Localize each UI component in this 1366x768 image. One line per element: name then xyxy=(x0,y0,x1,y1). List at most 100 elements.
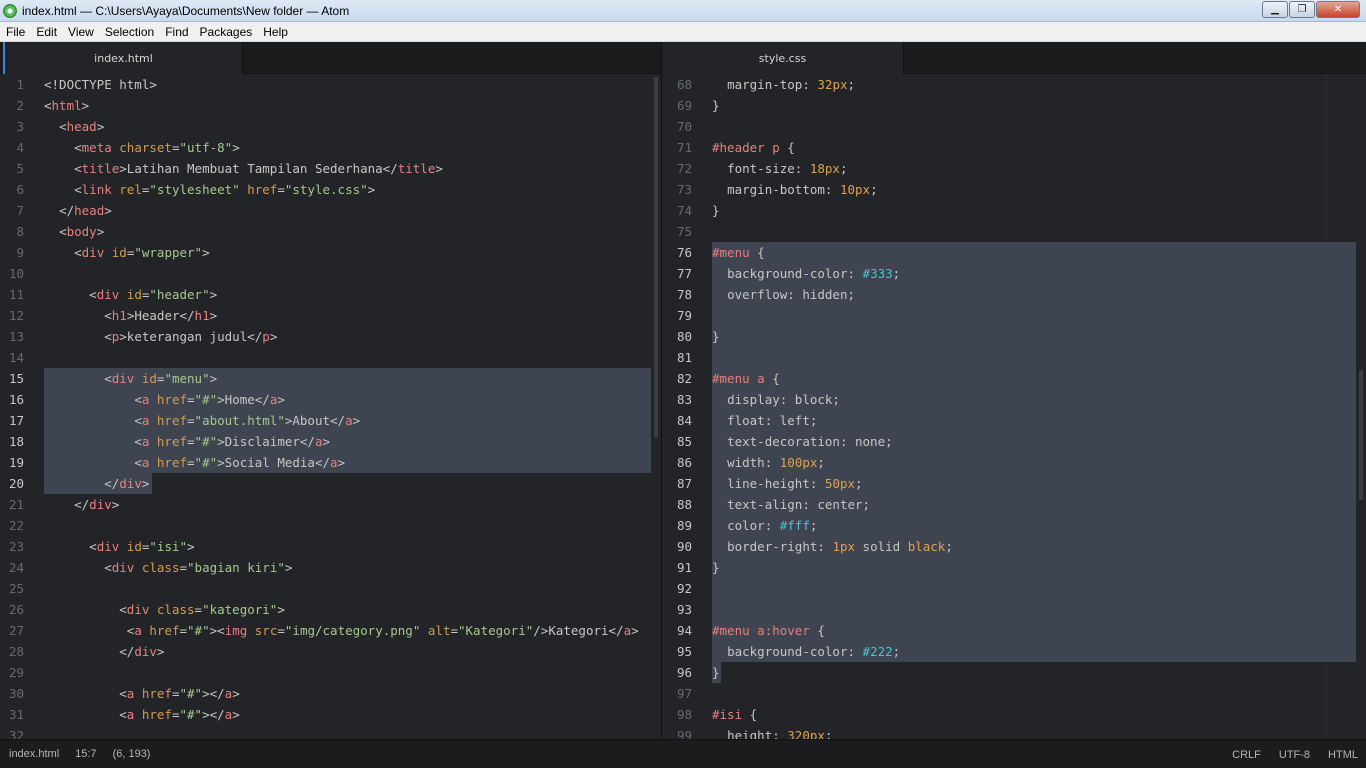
code-line[interactable]: 31 <a href="#"></a> xyxy=(0,704,661,725)
tab-index-html[interactable]: index.html xyxy=(3,42,243,74)
code-line[interactable]: 25 xyxy=(0,578,661,599)
code-line[interactable]: 30 <a href="#"></a> xyxy=(0,683,661,704)
code-line[interactable]: 69} xyxy=(662,95,1366,116)
line-number: 27 xyxy=(8,623,24,638)
code-line[interactable]: 5 <title>Latihan Membuat Tampilan Sederh… xyxy=(0,158,661,179)
code-line[interactable]: 1 <!DOCTYPE html> xyxy=(0,74,661,95)
code-line[interactable]: 87 line-height: 50px; xyxy=(662,473,1366,494)
code-line[interactable]: 11 <div id="header"> xyxy=(0,284,661,305)
status-line-ending[interactable]: CRLF xyxy=(1232,749,1261,761)
code-editor-left[interactable]: 1 <!DOCTYPE html> 2 <html> 3 <head> 4 <meta c… xyxy=(0,74,661,739)
vertical-scrollbar-left[interactable] xyxy=(654,77,658,437)
code-line[interactable]: 9 <div id="wrapper"> xyxy=(0,242,661,263)
menu-packages[interactable]: Packages xyxy=(194,25,258,39)
code-line[interactable]: 93 xyxy=(662,599,1366,620)
code-text: #isi { xyxy=(712,707,758,722)
code-line[interactable]: 10 xyxy=(0,263,661,284)
code-line[interactable]: 28 </div> xyxy=(0,641,661,662)
code-line[interactable]: 99 height: 320px; xyxy=(662,725,1366,739)
code-line[interactable]: 71 #header p { xyxy=(662,137,1366,158)
code-line[interactable]: 97 xyxy=(662,683,1366,704)
code-line[interactable]: 70 xyxy=(662,116,1366,137)
status-cursor-position[interactable]: 15:7 xyxy=(75,748,96,760)
code-line[interactable]: 96} xyxy=(662,662,1366,683)
code-line[interactable]: 21 </div> xyxy=(0,494,661,515)
code-line[interactable]: 81 xyxy=(662,347,1366,368)
code-line[interactable]: 74} xyxy=(662,200,1366,221)
menu-view[interactable]: View xyxy=(62,25,99,39)
code-text: margin-top: 32px; xyxy=(727,77,856,92)
code-line[interactable]: 13 <p>keterangan judul</p> xyxy=(0,326,661,347)
maximize-button[interactable]: ❐ xyxy=(1289,1,1315,18)
code-text: font-size: 18px; xyxy=(727,161,848,176)
code-editor-right[interactable]: 68 margin-top: 32px; 69} 70 71 #header p {72… xyxy=(662,74,1366,739)
code-line[interactable]: 6 <link rel="stylesheet" href="style.css… xyxy=(0,179,661,200)
line-number: 23 xyxy=(8,539,24,554)
menu-file[interactable]: File xyxy=(0,25,30,39)
menu-edit[interactable]: Edit xyxy=(30,25,62,39)
code-line[interactable]: 14 xyxy=(0,347,661,368)
code-line[interactable]: 86 width: 100px; xyxy=(662,452,1366,473)
code-line[interactable]: 73 margin-bottom: 10px; xyxy=(662,179,1366,200)
code-line[interactable]: 15 <div id="menu"> xyxy=(0,368,661,389)
code-line[interactable]: 78 overflow: hidden; xyxy=(662,284,1366,305)
code-line[interactable]: 16 <a href="#">Home</a> xyxy=(0,389,661,410)
code-line[interactable]: 12 <h1>Header</h1> xyxy=(0,305,661,326)
code-line[interactable]: 91} xyxy=(662,557,1366,578)
menu-help[interactable]: Help xyxy=(257,25,293,39)
line-number: 78 xyxy=(676,287,692,302)
code-line[interactable]: 89 color: #fff; xyxy=(662,515,1366,536)
code-line[interactable]: 95 background-color: #222; xyxy=(662,641,1366,662)
code-line[interactable]: 32 xyxy=(0,725,661,739)
code-line[interactable]: 18 <a href="#">Disclaimer</a> xyxy=(0,431,661,452)
menu-find[interactable]: Find xyxy=(159,25,193,39)
code-line[interactable]: 20 </div> xyxy=(0,473,661,494)
code-line[interactable]: 68 margin-top: 32px; xyxy=(662,74,1366,95)
code-line[interactable]: 7 </head> xyxy=(0,200,661,221)
code-line[interactable]: 85 text-decoration: none; xyxy=(662,431,1366,452)
close-button[interactable]: ✕ xyxy=(1316,1,1360,18)
code-line[interactable]: 84 float: left; xyxy=(662,410,1366,431)
code-text: width: 100px; xyxy=(727,455,825,470)
code-text: </head> xyxy=(59,203,112,218)
code-line[interactable]: 19 <a href="#">Social Media</a> xyxy=(0,452,661,473)
code-line[interactable]: 76 #menu { xyxy=(662,242,1366,263)
code-line[interactable]: 94 #menu a:hover { xyxy=(662,620,1366,641)
code-line[interactable]: 77 background-color: #333; xyxy=(662,263,1366,284)
code-line[interactable]: 2 <html> xyxy=(0,95,661,116)
status-grammar[interactable]: HTML xyxy=(1328,749,1358,761)
code-line[interactable]: 88 text-align: center; xyxy=(662,494,1366,515)
code-line[interactable]: 80} xyxy=(662,326,1366,347)
code-line[interactable]: 29 xyxy=(0,662,661,683)
code-line[interactable]: 4 <meta charset="utf-8"> xyxy=(0,137,661,158)
window-title: index.html — C:\Users\Ayaya\Documents\Ne… xyxy=(22,3,350,18)
line-number: 75 xyxy=(676,224,692,239)
code-line[interactable]: 75 xyxy=(662,221,1366,242)
line-number: 21 xyxy=(8,497,24,512)
line-number: 18 xyxy=(8,434,24,449)
code-text: <a href="#"></a> xyxy=(119,686,240,701)
code-line[interactable]: 24 <div class="bagian kiri"> xyxy=(0,557,661,578)
code-line[interactable]: 98 #isi { xyxy=(662,704,1366,725)
code-line[interactable]: 27 <a href="#"><img src="img/category.pn… xyxy=(0,620,661,641)
code-line[interactable]: 17 <a href="about.html">About</a> xyxy=(0,410,661,431)
status-encoding[interactable]: UTF-8 xyxy=(1279,749,1310,761)
code-line[interactable]: 92 xyxy=(662,578,1366,599)
code-line[interactable]: 79 xyxy=(662,305,1366,326)
code-line[interactable]: 26 <div class="kategori"> xyxy=(0,599,661,620)
code-line[interactable]: 8 <body> xyxy=(0,221,661,242)
code-line[interactable]: 90 border-right: 1px solid black; xyxy=(662,536,1366,557)
code-line[interactable]: 72 font-size: 18px; xyxy=(662,158,1366,179)
code-text: } xyxy=(712,329,720,344)
code-line[interactable]: 82 #menu a { xyxy=(662,368,1366,389)
status-file-name[interactable]: index.html xyxy=(9,748,59,760)
code-line[interactable]: 83 display: block; xyxy=(662,389,1366,410)
code-line[interactable]: 3 <head> xyxy=(0,116,661,137)
code-line[interactable]: 22 xyxy=(0,515,661,536)
tab-style-css[interactable]: style.css xyxy=(662,42,904,74)
code-line[interactable]: 23 <div id="isi"> xyxy=(0,536,661,557)
vertical-scrollbar-right[interactable] xyxy=(1359,370,1363,500)
menu-selection[interactable]: Selection xyxy=(99,25,159,39)
minimize-button[interactable]: ▁ xyxy=(1262,1,1288,18)
line-number: 81 xyxy=(676,350,692,365)
